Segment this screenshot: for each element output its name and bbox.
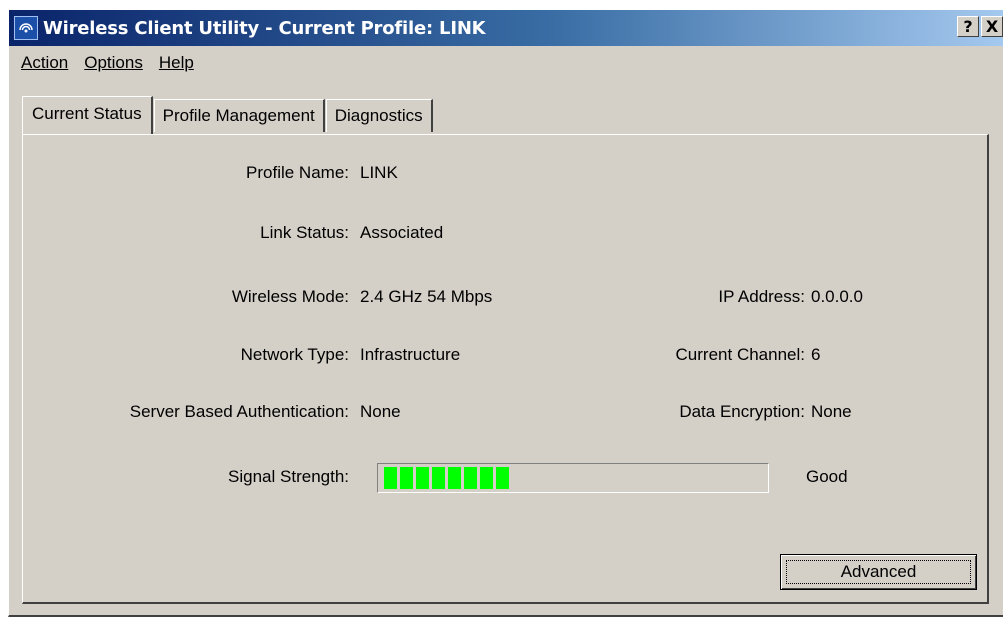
wireless-app-icon [14,16,38,40]
signal-segment [464,467,477,489]
signal-segment [416,467,429,489]
signal-quality-value: Good [806,467,848,486]
tab-diagnostics[interactable]: Diagnostics [325,99,433,132]
link-status-label: Link Status: [260,223,349,242]
profile-name-label: Profile Name: [246,163,349,182]
focus-rect [786,560,971,584]
data-encryption-value: None [811,402,852,421]
link-status-value: Associated [360,223,444,242]
signal-strength-label: Signal Strength: [228,467,349,486]
tab-profile-management[interactable]: Profile Management [153,99,325,132]
signal-segment [384,467,397,489]
ip-address-label: IP Address: [718,287,805,306]
menu-options-label: Options [84,53,143,72]
menu-help-label: Help [158,53,194,72]
menu-options[interactable]: Options [78,51,149,75]
signal-segment [448,467,461,489]
menu-help[interactable]: Help [153,51,200,75]
server-auth-value: None [360,402,401,421]
profile-name-value: LINK [360,163,398,182]
server-auth-label: Server Based Authentication: [129,402,349,421]
wireless-mode-value: 2.4 GHz 54 Mbps [360,287,493,306]
help-title-button[interactable]: ? [957,16,979,37]
close-title-button[interactable]: X [981,16,1003,37]
menu-bar: Action Options Help [9,48,1003,78]
tab-current-status[interactable]: Current Status [22,96,153,134]
signal-segment [480,467,493,489]
ip-address-value: 0.0.0.0 [811,287,863,306]
signal-segment [496,467,509,489]
menu-action[interactable]: Action [15,51,74,75]
current-channel-value: 6 [811,345,821,364]
network-type-label: Network Type: [240,345,349,364]
tab-strip: Current Status Profile Management Diagno… [22,96,433,134]
network-type-value: Infrastructure [360,345,461,364]
wireless-client-utility-window: Wireless Client Utility - Current Profil… [8,9,1003,617]
current-channel-label: Current Channel: [675,345,805,364]
signal-segment [432,467,445,489]
window-title: Wireless Client Utility - Current Profil… [43,17,486,39]
current-status-panel [22,134,989,604]
signal-strength-meter [377,463,769,493]
data-encryption-label: Data Encryption: [679,402,805,421]
signal-segment [400,467,413,489]
wireless-mode-label: Wireless Mode: [231,287,349,306]
title-bar[interactable]: Wireless Client Utility - Current Profil… [9,10,1003,46]
advanced-button[interactable]: Advanced [780,554,977,590]
menu-action-label: Action [21,53,69,72]
